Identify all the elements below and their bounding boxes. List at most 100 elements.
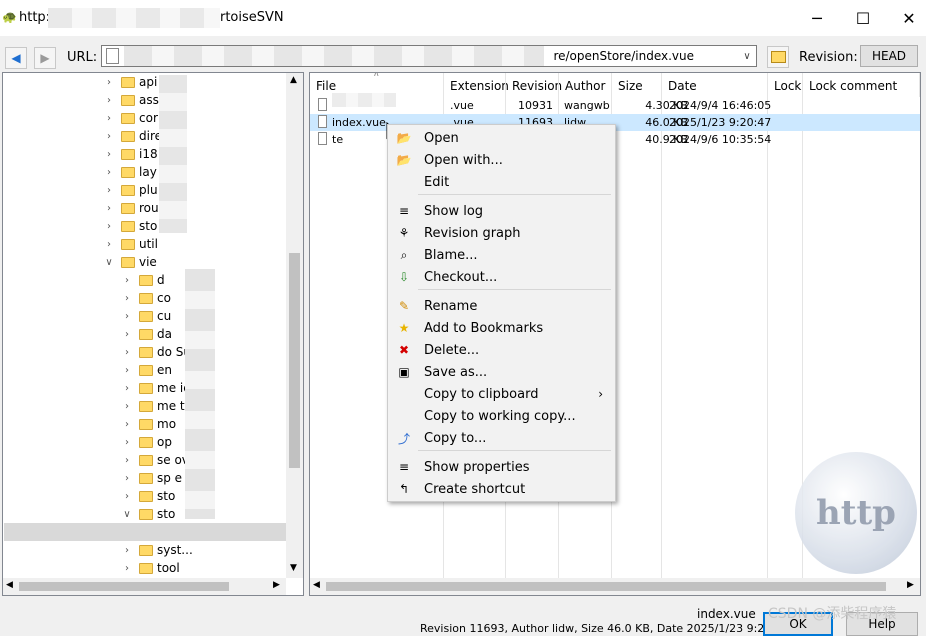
chevron-right-icon[interactable]: › xyxy=(103,113,115,124)
menu-item[interactable]: ⇩ Checkout... xyxy=(390,266,613,288)
menu-item[interactable]: ⤴ Copy to... xyxy=(390,427,613,449)
chevron-right-icon[interactable]: › xyxy=(121,545,133,556)
tree-item[interactable]: › dire xyxy=(103,127,162,145)
folder-tree[interactable]: › api › ass › cor › dire › i18 › lay › plu › rou › sto › ut… xyxy=(2,72,304,596)
tree-item[interactable]: › sp e xyxy=(121,469,182,487)
tree-horizontal-scrollbar[interactable]: ◀ ▶ xyxy=(3,578,286,595)
tree-item[interactable]: › sto xyxy=(103,217,157,235)
scroll-right-icon[interactable]: ▶ xyxy=(907,580,914,590)
column-header[interactable]: Lock xyxy=(768,73,803,97)
tree-item[interactable]: ∨ vie xyxy=(103,253,157,271)
tree-item[interactable]: › en xyxy=(121,361,172,379)
tree-item[interactable]: › cor xyxy=(103,109,158,127)
tree-item[interactable]: › ass xyxy=(103,91,159,109)
tree-item-label: tool xyxy=(157,561,180,575)
back-button[interactable]: ◀ xyxy=(5,47,27,69)
menu-item[interactable]: ▣ Save as... xyxy=(390,361,613,383)
chevron-right-icon[interactable]: › xyxy=(121,329,133,340)
menu-item[interactable]: Copy to working copy... xyxy=(390,405,613,427)
chevron-right-icon[interactable]: › xyxy=(121,365,133,376)
up-folder-button[interactable] xyxy=(767,46,789,68)
column-header[interactable]: Author xyxy=(559,73,612,97)
chevron-right-icon[interactable]: › xyxy=(103,167,115,178)
column-header[interactable]: Lock comment xyxy=(803,73,920,97)
chevron-right-icon[interactable]: › xyxy=(103,221,115,232)
menu-item[interactable]: ⚘ Revision graph xyxy=(390,222,613,244)
tree-item[interactable]: › me th xyxy=(121,397,192,415)
tree-item[interactable]: › syst... xyxy=(121,541,193,559)
column-header[interactable]: Revision xyxy=(506,73,562,97)
chevron-right-icon[interactable]: › xyxy=(121,473,133,484)
chevron-right-icon[interactable]: › xyxy=(121,437,133,448)
tree-item[interactable]: › i18 xyxy=(103,145,158,163)
menu-item[interactable]: ★ Add to Bookmarks xyxy=(390,317,613,339)
tree-item[interactable]: › plu xyxy=(103,181,158,199)
chevron-right-icon[interactable]: › xyxy=(121,347,133,358)
menu-item[interactable]: ⌕ Blame... xyxy=(390,244,613,266)
column-header[interactable]: Date xyxy=(662,73,768,97)
scroll-thumb[interactable] xyxy=(289,253,300,468)
tree-item[interactable]: › rou xyxy=(103,199,159,217)
tree-item[interactable]: ∨ sto xyxy=(121,505,175,523)
list-horizontal-scrollbar[interactable]: ◀ ▶ xyxy=(310,578,920,595)
menu-item[interactable]: ↰ Create shortcut xyxy=(390,478,613,500)
scroll-thumb[interactable] xyxy=(326,582,886,591)
chevron-right-icon[interactable]: › xyxy=(121,401,133,412)
chevron-right-icon[interactable]: › xyxy=(103,95,115,106)
tree-vertical-scrollbar[interactable]: ▲ ▼ xyxy=(286,73,303,578)
menu-item[interactable]: ≡ Show log xyxy=(390,200,613,222)
scroll-up-icon[interactable]: ▲ xyxy=(290,75,297,85)
scroll-thumb[interactable] xyxy=(19,582,229,591)
tree-item-label: i18 xyxy=(139,147,158,161)
menu-item[interactable]: ✖ Delete... xyxy=(390,339,613,361)
url-combobox[interactable]: re/openStore/index.vue ∨ xyxy=(101,45,757,67)
scroll-left-icon[interactable]: ◀ xyxy=(6,580,13,590)
tree-item[interactable]: › op xyxy=(121,433,172,451)
chevron-right-icon[interactable]: › xyxy=(121,455,133,466)
revision-head-button[interactable]: HEAD xyxy=(860,45,918,67)
tree-item[interactable]: › mo xyxy=(121,415,176,433)
menu-item[interactable]: ≡ Show properties xyxy=(390,456,613,478)
minimize-button[interactable]: ─ xyxy=(794,0,840,36)
scroll-right-icon[interactable]: ▶ xyxy=(273,580,280,590)
chevron-right-icon[interactable]: › xyxy=(121,563,133,574)
menu-item[interactable]: 📂 Open xyxy=(390,127,613,149)
tree-item[interactable]: › cu xyxy=(121,307,171,325)
tree-item[interactable]: › sto xyxy=(121,487,175,505)
chevron-right-icon[interactable]: › xyxy=(121,491,133,502)
tree-item[interactable]: › tool xyxy=(121,559,180,577)
chevron-right-icon[interactable]: › xyxy=(103,185,115,196)
tree-item[interactable]: › util xyxy=(103,235,158,253)
maximize-button[interactable]: ☐ xyxy=(840,0,886,36)
menu-item[interactable]: 📂 Open with... xyxy=(390,149,613,171)
table-row[interactable]: .vue 10931 wangwb 4.30 KB 2024/9/4 16:46:05 xyxy=(310,97,920,114)
column-header[interactable]: Size xyxy=(612,73,662,97)
tree-item[interactable]: › da xyxy=(121,325,172,343)
chevron-right-icon[interactable]: › xyxy=(121,311,133,322)
menu-item[interactable]: Edit xyxy=(390,171,613,193)
menu-item[interactable]: Copy to clipboard › xyxy=(390,383,613,405)
chevron-right-icon[interactable]: › xyxy=(103,239,115,250)
chevron-right-icon[interactable]: › xyxy=(103,131,115,142)
chevron-right-icon[interactable]: › xyxy=(121,383,133,394)
chevron-right-icon[interactable]: › xyxy=(121,293,133,304)
chevron-right-icon[interactable]: › xyxy=(103,203,115,214)
tree-item[interactable]: › d xyxy=(121,271,165,289)
chevron-right-icon[interactable]: › xyxy=(121,275,133,286)
scroll-down-icon[interactable]: ▼ xyxy=(290,563,297,573)
tree-item[interactable]: › co xyxy=(121,289,171,307)
column-header[interactable]: Extension xyxy=(444,73,509,97)
chevron-down-icon[interactable]: ∨ xyxy=(121,509,133,520)
forward-button[interactable]: ▶ xyxy=(34,47,56,69)
chevron-right-icon[interactable]: › xyxy=(103,77,115,88)
chevron-right-icon[interactable]: › xyxy=(121,419,133,430)
scroll-left-icon[interactable]: ◀ xyxy=(313,580,320,590)
chevron-down-icon[interactable]: ∨ xyxy=(103,257,115,268)
tree-item[interactable]: › api xyxy=(103,73,157,91)
chevron-down-icon[interactable]: ∨ xyxy=(738,46,756,66)
menu-item-label: Rename xyxy=(424,298,478,314)
menu-item[interactable]: ✎ Rename xyxy=(390,295,613,317)
chevron-right-icon[interactable]: › xyxy=(103,149,115,160)
close-button[interactable]: ✕ xyxy=(886,0,926,36)
tree-item[interactable]: › lay xyxy=(103,163,157,181)
